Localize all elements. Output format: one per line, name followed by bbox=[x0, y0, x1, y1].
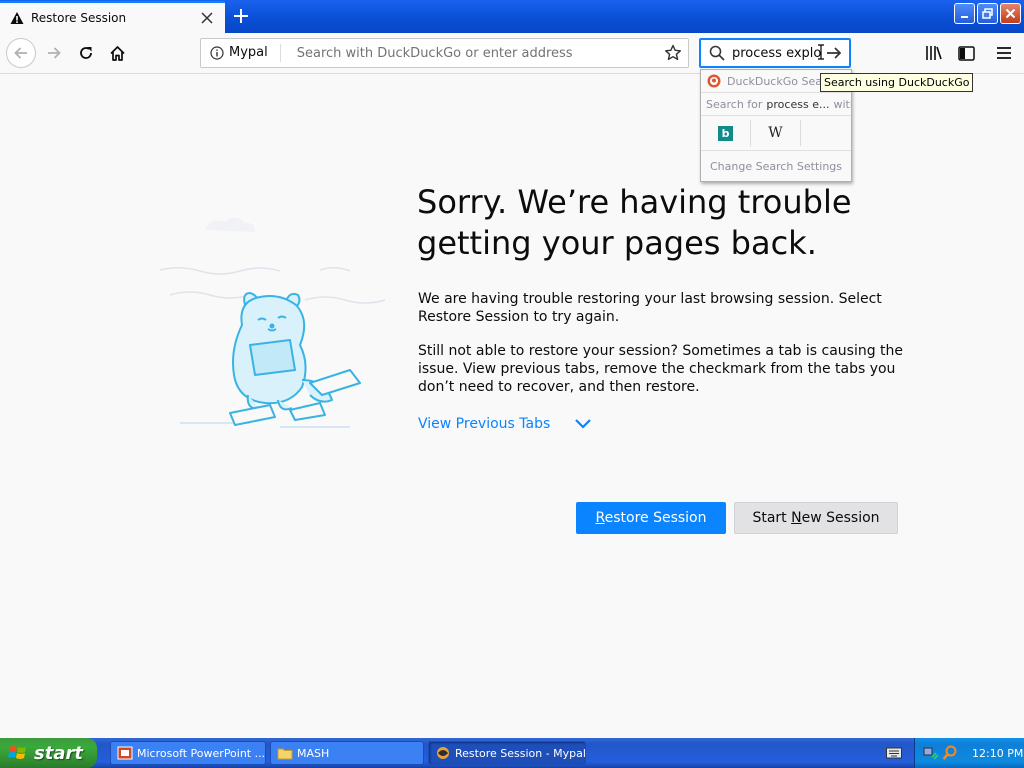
description-paragraph-2: Still not able to restore your session? … bbox=[418, 343, 904, 395]
engine-wikipedia-button[interactable]: W bbox=[751, 120, 801, 146]
search-for-suffix: with: bbox=[833, 97, 851, 111]
powerpoint-icon bbox=[117, 746, 133, 760]
site-identity-label[interactable]: Mypal bbox=[229, 44, 281, 62]
mypal-icon bbox=[437, 747, 449, 759]
duckduckgo-icon bbox=[707, 74, 721, 88]
text-cursor-icon bbox=[818, 44, 824, 60]
tab-close-icon[interactable] bbox=[195, 6, 219, 30]
engine-bing-button[interactable]: b bbox=[701, 120, 751, 146]
description-paragraph-1: We are having trouble restoring your las… bbox=[418, 291, 882, 325]
restore-session-button[interactable]: Restore Session bbox=[576, 502, 726, 534]
taskbar-item-label: Microsoft PowerPoint ... bbox=[137, 746, 266, 760]
taskbar-item-powerpoint[interactable]: Microsoft PowerPoint ... bbox=[110, 741, 266, 765]
tab-restore-session[interactable]: Restore Session bbox=[0, 1, 225, 33]
warning-icon bbox=[10, 12, 24, 24]
start-new-session-button[interactable]: Start New Session bbox=[734, 502, 898, 534]
taskbar-item-mypal[interactable]: Restore Session - Mypal bbox=[428, 741, 586, 765]
search-for-row: Search for process e... with: bbox=[701, 93, 851, 116]
new-label-rest: ew Session bbox=[801, 510, 880, 526]
taskbar-item-label: Restore Session - Mypal bbox=[455, 746, 586, 760]
library-icon bbox=[926, 46, 942, 60]
hamburger-icon bbox=[997, 47, 1011, 59]
close-icon bbox=[1005, 8, 1016, 19]
page-title: Sorry. We’re having trouble getting your… bbox=[417, 183, 852, 262]
change-search-settings-button[interactable]: Change Search Settings bbox=[701, 151, 851, 181]
sidebar-toggle-button[interactable] bbox=[952, 39, 980, 67]
restore-label-rest: estore Session bbox=[604, 510, 707, 526]
reload-icon bbox=[80, 47, 92, 59]
forward-button[interactable] bbox=[40, 39, 68, 67]
system-tray: 12:10 PM bbox=[914, 738, 1024, 768]
start-label: start bbox=[34, 742, 83, 764]
new-accel-key: N bbox=[791, 510, 802, 526]
search-bar[interactable]: process explore bbox=[699, 38, 851, 68]
view-previous-tabs-toggle[interactable]: View Previous Tabs bbox=[418, 416, 592, 432]
clock[interactable]: 12:10 PM bbox=[972, 747, 1023, 760]
title-bar: Restore Session bbox=[0, 0, 1024, 33]
hamburger-menu-button[interactable] bbox=[990, 39, 1018, 67]
search-for-prefix: Search for bbox=[706, 97, 763, 111]
search-icon[interactable] bbox=[709, 45, 725, 61]
search-input[interactable]: process explore bbox=[732, 46, 822, 61]
restore-down-button[interactable] bbox=[977, 3, 998, 24]
one-off-engines: b W bbox=[701, 116, 851, 151]
sad-bear-illustration bbox=[159, 217, 386, 428]
sidebar-icon bbox=[957, 45, 975, 61]
start-new-session-label: Start New Session bbox=[752, 510, 879, 526]
taskbar-item-mash[interactable]: MASH bbox=[270, 741, 424, 765]
wikipedia-icon: W bbox=[768, 125, 783, 141]
new-label-pre: Start bbox=[752, 510, 792, 526]
taskbar: start Microsoft PowerPoint ... MASH Rest… bbox=[0, 738, 1024, 768]
address-bar[interactable]: Mypal Search with DuckDuckGo or enter ad… bbox=[200, 38, 689, 68]
folder-icon bbox=[277, 748, 293, 760]
reload-button[interactable] bbox=[72, 39, 100, 67]
arrow-left-icon bbox=[14, 47, 27, 59]
keyboard-icon[interactable] bbox=[886, 746, 902, 760]
windows-flag-icon bbox=[8, 746, 26, 759]
arrow-right-icon bbox=[48, 47, 61, 59]
bookmark-star-icon[interactable] bbox=[664, 44, 682, 62]
search-for-term: process e... bbox=[766, 97, 830, 111]
url-input[interactable]: Search with DuckDuckGo or enter address bbox=[297, 46, 664, 61]
network-icon[interactable] bbox=[923, 745, 939, 761]
engine-empty-slot bbox=[801, 120, 851, 146]
home-button[interactable] bbox=[103, 39, 131, 67]
taskbar-item-label: MASH bbox=[297, 746, 330, 760]
back-button[interactable] bbox=[6, 38, 36, 68]
chevron-down-icon bbox=[575, 419, 592, 429]
plus-icon bbox=[234, 9, 248, 23]
minimize-icon bbox=[960, 15, 968, 18]
start-button[interactable]: start bbox=[0, 738, 97, 768]
minimize-button[interactable] bbox=[954, 3, 975, 24]
search-tray-icon[interactable] bbox=[942, 745, 958, 761]
tooltip: Search using DuckDuckGo bbox=[820, 73, 974, 92]
close-window-button[interactable] bbox=[1000, 3, 1021, 24]
view-previous-tabs-label: View Previous Tabs bbox=[418, 416, 551, 432]
restore-down-icon bbox=[982, 8, 993, 19]
library-button[interactable] bbox=[920, 39, 948, 67]
new-tab-button[interactable] bbox=[228, 3, 254, 29]
tab-title: Restore Session bbox=[31, 11, 127, 25]
bing-icon: b bbox=[718, 125, 733, 141]
restore-session-label: Restore Session bbox=[596, 510, 707, 526]
info-icon[interactable] bbox=[210, 46, 224, 60]
go-arrow-icon[interactable] bbox=[825, 44, 843, 62]
home-icon bbox=[109, 45, 125, 61]
restore-accel-key: R bbox=[595, 510, 605, 526]
navigation-toolbar: Mypal Search with DuckDuckGo or enter ad… bbox=[0, 33, 1024, 74]
